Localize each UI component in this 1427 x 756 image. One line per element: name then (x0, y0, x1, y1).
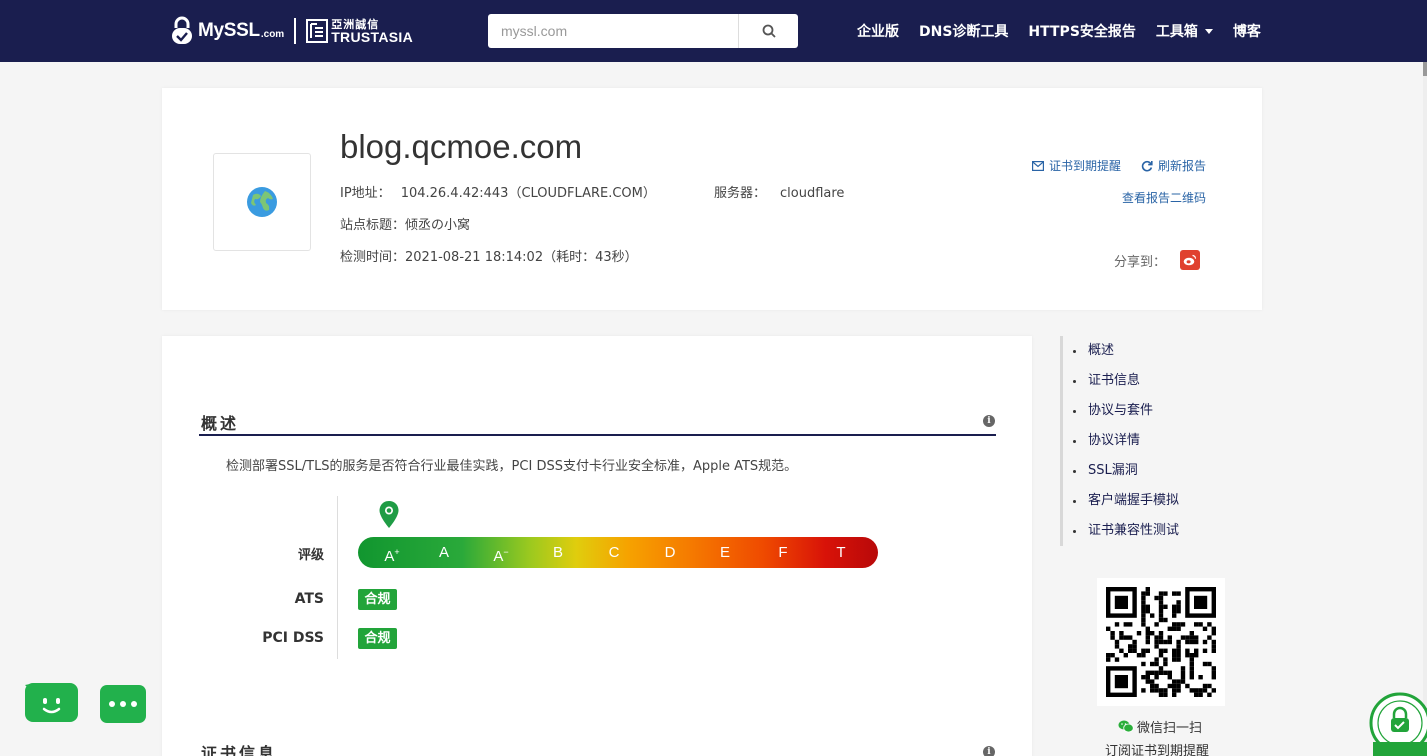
site-title-value: 倾丞の小窝 (405, 218, 471, 233)
wechat-qrcode (1097, 578, 1225, 706)
dot-icon (120, 701, 126, 707)
server-value: cloudflare (780, 186, 845, 201)
cert-info-title: 证书信息 (201, 744, 278, 756)
grade-c: C (608, 544, 620, 561)
report-qrcode-link[interactable]: 查看报告二维码 (1122, 189, 1206, 206)
share-row: 分享到： (1114, 250, 1200, 270)
info-icon[interactable]: i (983, 415, 995, 427)
weibo-share-button[interactable] (1180, 250, 1200, 270)
logo-separator (294, 18, 297, 44)
pci-status-badge: 合规 (358, 628, 397, 649)
info-icon[interactable]: i (983, 746, 995, 756)
scan-time-value: 2021-08-21 18:14:02（耗时：43秒） (405, 250, 638, 265)
scan-time-row: 检测时间：2021-08-21 18:14:02（耗时：43秒） (340, 246, 638, 265)
dot-icon (131, 701, 137, 707)
grade-a-minus: A− (493, 547, 509, 565)
chat-robot-button[interactable] (25, 683, 78, 722)
smiley-icon (25, 683, 61, 714)
site-title-label: 站点标题： (340, 218, 406, 233)
server-label: 服务器： (714, 186, 767, 201)
wechat-scan-label: 微信扫一扫 (1137, 721, 1203, 736)
refresh-report-link[interactable]: 刷新报告 (1141, 157, 1206, 174)
report-header-card: blog.qcmoe.com IP地址： 104.26.4.42:443（CLOU… (162, 88, 1262, 310)
logo-trustasia-en: TRUSTASIA (331, 28, 413, 45)
globe-icon (247, 187, 277, 217)
chat-message-button[interactable] (100, 685, 146, 723)
search-input[interactable] (488, 14, 738, 48)
grade-label: 评级 (297, 548, 324, 563)
site-logo[interactable]: MySSL .com 亞洲誠信 TRUSTASIA (170, 14, 413, 48)
report-side-nav: 概述 证书信息 协议与套件 协议详情 SSL漏洞 客户端握手模拟 证书兼容性测试 (1060, 336, 1240, 546)
logo-com-text: .com (260, 28, 285, 40)
side-nav-protocol-details[interactable]: 协议详情 (1073, 426, 1240, 456)
ip-label: IP地址： (340, 186, 391, 201)
grade-d: D (664, 544, 676, 561)
ats-label: ATS (294, 591, 324, 607)
overview-divider (337, 496, 338, 659)
ip-value: 104.26.4.42:443（CLOUDFLARE.COM） (400, 186, 656, 201)
scrollbar-thumb[interactable] (1423, 62, 1427, 76)
server-row: 服务器： cloudflare (714, 182, 844, 201)
cert-info-section-header: 证书信息 i (199, 740, 996, 756)
ip-address-row: IP地址： 104.26.4.42:443（CLOUDFLARE.COM） (340, 182, 656, 201)
nav-enterprise[interactable]: 企业版 (857, 21, 899, 41)
grade-f: F (778, 544, 788, 561)
logo-trustasia-cn: 亞洲誠信 (331, 17, 380, 31)
search-icon (762, 24, 776, 38)
page-scrollbar[interactable] (1423, 62, 1427, 756)
overview-section-header: 概述 i (199, 410, 996, 436)
report-actions: 证书到期提醒 刷新报告 (1031, 157, 1206, 174)
nav-blog[interactable]: 博客 (1233, 21, 1261, 41)
scan-time-label: 检测时间： (340, 250, 406, 265)
nav-toolbox[interactable]: 工具箱 (1156, 21, 1213, 41)
site-favicon (213, 153, 311, 251)
envelope-icon (1031, 160, 1044, 171)
overview-card: 概述 i 检测部署SSL/TLS的服务是否符合行业最佳实践，PCI DSS支付卡… (162, 336, 1032, 756)
cert-reminder-link[interactable]: 证书到期提醒 (1031, 157, 1121, 174)
site-title-row: 站点标题：倾丞の小窝 (340, 214, 470, 233)
dot-icon (109, 701, 115, 707)
wechat-scan-row: 微信扫一扫 (1118, 717, 1202, 736)
side-nav-ssl-vulns[interactable]: SSL漏洞 (1073, 456, 1240, 486)
report-hostname: blog.qcmoe.com (340, 128, 583, 165)
main-nav: 企业版 DNS诊断工具 HTTPS安全报告 工具箱 博客 (857, 0, 1281, 62)
nav-dns-tool[interactable]: DNS诊断工具 (919, 21, 1008, 41)
side-nav-handshake-sim[interactable]: 客户端握手模拟 (1073, 486, 1240, 516)
wechat-icon (1118, 720, 1134, 733)
map-pin-icon (379, 501, 399, 528)
search-box (488, 14, 798, 48)
nav-https-report[interactable]: HTTPS安全报告 (1028, 21, 1135, 41)
overview-title: 概述 (201, 414, 240, 433)
grade-t: T (836, 544, 846, 561)
grade-b: B (552, 544, 564, 561)
trustasia-logo-icon (306, 19, 329, 43)
security-seal-icon (1369, 692, 1427, 756)
cert-reminder-label: 证书到期提醒 (1048, 159, 1121, 173)
side-nav-cert-info[interactable]: 证书信息 (1073, 366, 1240, 396)
top-navbar: MySSL .com 亞洲誠信 TRUSTASIA 企业版 DNS诊断工具 HT… (0, 0, 1427, 62)
refresh-icon (1141, 160, 1153, 171)
side-nav-cert-compat[interactable]: 证书兼容性测试 (1073, 516, 1240, 546)
grade-scale-bar: A+ A A− B C D E F T (358, 537, 878, 568)
grade-a: A (438, 544, 450, 561)
lock-logo-icon (170, 16, 194, 46)
overview-description: 检测部署SSL/TLS的服务是否符合行业最佳实践，PCI DSS支付卡行业安全标… (226, 459, 798, 474)
grade-a-plus: A+ (384, 547, 400, 565)
search-button[interactable] (738, 14, 798, 48)
chevron-down-icon (1204, 28, 1213, 34)
weibo-icon (1183, 254, 1197, 266)
myssl-security-seal[interactable] (1369, 690, 1427, 756)
pci-dss-label: PCI DSS (262, 630, 324, 646)
refresh-report-label: 刷新报告 (1157, 159, 1206, 173)
logo-myssl-text: MySSL (198, 20, 260, 41)
share-label: 分享到： (1113, 254, 1166, 270)
nav-toolbox-label: 工具箱 (1155, 24, 1198, 40)
side-nav-overview[interactable]: 概述 (1073, 336, 1240, 366)
side-nav-protocols-suites[interactable]: 协议与套件 (1073, 396, 1240, 426)
grade-e: E (719, 544, 731, 561)
subscribe-reminder-text: 订阅证书到期提醒 (1105, 744, 1210, 756)
ats-status-badge: 合规 (358, 589, 397, 610)
